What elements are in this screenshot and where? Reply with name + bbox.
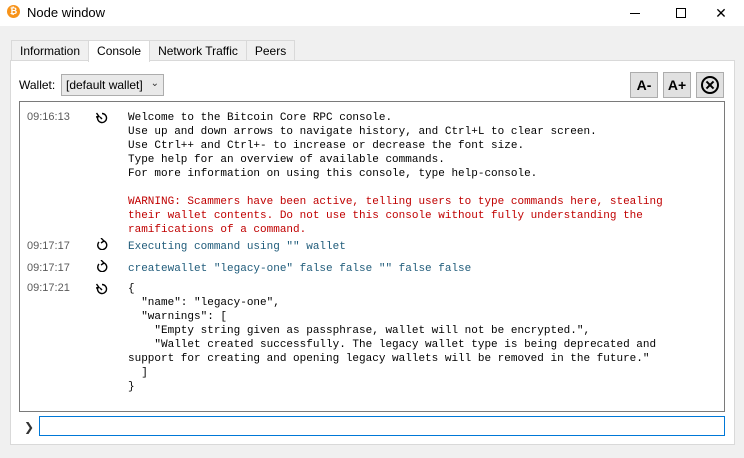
clear-console-icon [701, 76, 719, 94]
window-title: Node window [27, 5, 106, 20]
chevron-down-icon: ⌄ [150, 78, 159, 89]
message-line: ] [128, 367, 148, 379]
console-message: { "name": "legacy-one", "warnings": [ "E… [128, 282, 656, 394]
console-message: Executing command using "" wallet [128, 241, 346, 253]
font-smaller-button[interactable]: A- [630, 72, 658, 98]
console-message: Welcome to the Bitcoin Core RPC console.… [128, 111, 663, 237]
timestamp: 09:17:17 [27, 262, 70, 274]
minimize-icon [630, 12, 640, 14]
bitcoin-logo-icon: ₿ [7, 5, 20, 18]
message-line: "name": "legacy-one", [128, 297, 280, 309]
tab-peers[interactable]: Peers [245, 40, 296, 61]
message-line: "Empty string given as passphrase, walle… [128, 325, 591, 337]
message-line: Type help for an overview of available c… [128, 154, 445, 166]
message-line: For more information on using this conso… [128, 168, 538, 180]
message-line: { [128, 283, 135, 295]
timestamp: 09:16:13 [27, 111, 70, 123]
tab-console[interactable]: Console [88, 40, 151, 62]
request-icon [97, 238, 108, 250]
message-line: Use Ctrl++ and Ctrl+- to increase or dec… [128, 140, 525, 152]
warning-line: WARNING: Scammers have been active, tell… [128, 196, 663, 208]
tab-network-traffic[interactable]: Network Traffic [149, 40, 247, 61]
message-line: "Wallet created successfully. The legacy… [128, 339, 657, 351]
timestamp: 09:17:17 [27, 240, 70, 252]
close-icon: ✕ [715, 4, 727, 21]
message-line: support for creating and opening legacy … [128, 353, 650, 365]
tab-bar: Information Console Network Traffic Peer… [11, 40, 296, 62]
close-window-button[interactable]: ✕ [698, 0, 744, 26]
message-line: "warnings": [ [128, 311, 228, 323]
message-line: Welcome to the Bitcoin Core RPC console. [128, 112, 393, 124]
prompt-chevron-icon: ❯ [24, 420, 35, 434]
message-line: Use up and down arrows to navigate histo… [128, 126, 597, 138]
reply-icon [96, 112, 108, 124]
request-icon [97, 260, 108, 272]
console-message: createwallet "legacy-one" false false ""… [128, 263, 472, 275]
wallet-select[interactable]: [default wallet] ⌄ [61, 74, 164, 96]
clear-console-button[interactable] [696, 72, 724, 98]
maximize-icon [676, 8, 686, 18]
warning-line: ramifications of a command. [128, 224, 307, 236]
font-bigger-button[interactable]: A+ [663, 72, 691, 98]
wallet-label: Wallet: [19, 78, 56, 92]
tab-information[interactable]: Information [11, 40, 90, 61]
title-bar: ₿ Node window ✕ [0, 0, 744, 26]
wallet-select-value: [default wallet] [66, 78, 143, 92]
console-output[interactable]: 09:16:13 Welcome to the Bitcoin Core RPC… [19, 101, 725, 412]
reply-icon [96, 283, 108, 295]
warning-line: their wallet contents. Do not use this c… [128, 210, 643, 222]
message-line: } [128, 381, 135, 393]
minimize-button[interactable] [612, 0, 658, 26]
console-command-input[interactable] [39, 416, 725, 436]
timestamp: 09:17:21 [27, 282, 70, 294]
